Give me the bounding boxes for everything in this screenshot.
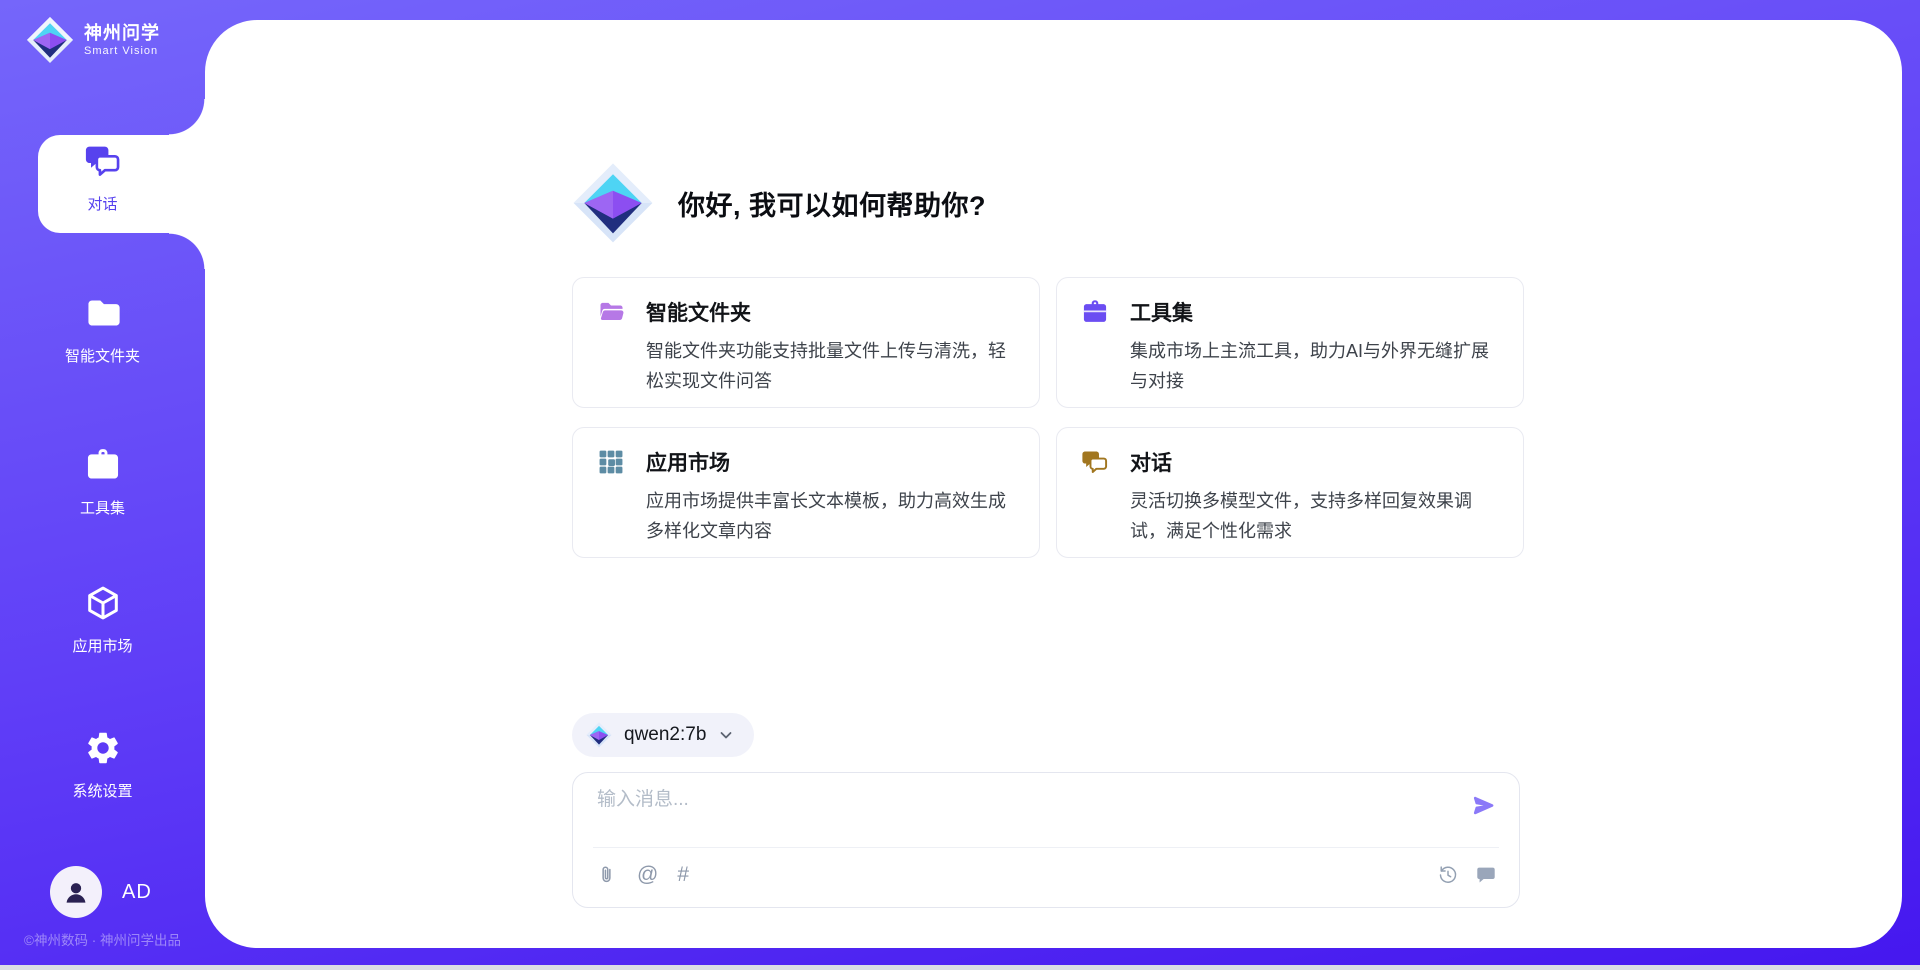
sidebar-item-label: 系统设置: [72, 780, 132, 801]
composer-toolbar: @ #: [573, 848, 1519, 886]
card-title: 工具集: [1130, 297, 1193, 327]
user-chip[interactable]: AD: [50, 866, 152, 918]
model-name: qwen2:7b: [624, 724, 706, 746]
chat-bubbles-icon: [1081, 448, 1109, 476]
card-title: 应用市场: [646, 447, 730, 477]
sidebar-item-label: 智能文件夹: [65, 345, 140, 366]
card-header: 应用市场: [597, 447, 1015, 477]
sidebar-item-label: 对话: [87, 193, 117, 214]
chevron-down-icon: [718, 727, 734, 743]
sidebar-item-smart-folder[interactable]: 智能文件夹: [0, 294, 205, 366]
avatar: [50, 866, 102, 918]
mention-icon[interactable]: @: [637, 864, 658, 886]
greeting-block: 你好, 我可以如何帮助你?: [572, 162, 986, 244]
brand: 神州问学 Smart Vision: [26, 16, 160, 64]
sidebar-item-app-market[interactable]: 应用市场: [0, 584, 205, 656]
cube-icon: [84, 584, 122, 622]
sidebar-item-chat[interactable]: 对话: [0, 142, 205, 214]
card-description: 智能文件夹功能支持批量文件上传与清洗，轻松实现文件问答: [646, 336, 1015, 396]
sidebar-item-toolset[interactable]: 工具集: [0, 446, 205, 518]
brand-text: 神州问学 Smart Vision: [84, 23, 160, 57]
folder-icon: [84, 294, 122, 332]
card-description: 灵活切换多模型文件，支持多样回复效果调试，满足个性化需求: [1130, 486, 1499, 546]
composer-tools-left: @ #: [595, 863, 689, 886]
model-selector[interactable]: qwen2:7b: [572, 713, 754, 757]
brand-name: 神州问学: [84, 23, 160, 43]
card-header: 智能文件夹: [597, 297, 1015, 327]
composer-tools-right: [1437, 864, 1497, 886]
send-icon[interactable]: [1470, 793, 1497, 820]
greeting-title: 你好, 我可以如何帮助你?: [678, 184, 986, 223]
folder-open-icon: [597, 298, 625, 326]
sidebar-item-label: 工具集: [80, 497, 125, 518]
card-title: 对话: [1130, 447, 1172, 477]
model-logo-icon: [586, 722, 612, 748]
chat-bubbles-icon: [84, 142, 122, 180]
brand-subtitle: Smart Vision: [84, 45, 160, 57]
attachment-icon[interactable]: [595, 863, 618, 886]
assistant-logo-icon: [572, 162, 654, 244]
card-title: 智能文件夹: [646, 297, 751, 327]
card-description: 集成市场上主流工具，助力AI与外界无缝扩展与对接: [1130, 336, 1499, 396]
toolbox-icon: [1081, 298, 1109, 326]
sidebar-footer: ©神州数码 · 神州问学出品: [0, 929, 205, 949]
sidebar: 神州问学 Smart Vision 对话 智能文件夹 工具集: [0, 0, 205, 970]
card-smart-folder[interactable]: 智能文件夹 智能文件夹功能支持批量文件上传与清洗，轻松实现文件问答: [572, 277, 1040, 408]
feature-cards: 智能文件夹 智能文件夹功能支持批量文件上传与清洗，轻松实现文件问答 工具集 集成…: [572, 277, 1524, 558]
card-chat[interactable]: 对话 灵活切换多模型文件，支持多样回复效果调试，满足个性化需求: [1056, 427, 1524, 558]
grid-icon: [597, 448, 625, 476]
history-icon[interactable]: [1437, 864, 1459, 886]
toolbox-icon: [84, 446, 122, 484]
window-bottom-edge: [0, 965, 1920, 970]
conversation-bubble-icon[interactable]: [1475, 864, 1497, 886]
card-app-market[interactable]: 应用市场 应用市场提供丰富长文本模板，助力高效生成多样化文章内容: [572, 427, 1040, 558]
person-icon: [61, 877, 91, 907]
sidebar-item-label: 应用市场: [72, 635, 132, 656]
active-tab-fillet-bottom: [169, 233, 205, 269]
gear-icon: [84, 729, 122, 767]
card-toolset[interactable]: 工具集 集成市场上主流工具，助力AI与外界无缝扩展与对接: [1056, 277, 1524, 408]
card-description: 应用市场提供丰富长文本模板，助力高效生成多样化文章内容: [646, 486, 1015, 546]
composer: @ #: [572, 772, 1520, 908]
main-panel: 你好, 我可以如何帮助你? 智能文件夹 智能文件夹功能支持批量文件上传与清洗，轻…: [205, 20, 1902, 948]
composer-input-row: [573, 773, 1519, 847]
hashtag-icon[interactable]: #: [677, 864, 689, 886]
card-header: 对话: [1081, 447, 1499, 477]
user-initials: AD: [122, 881, 152, 904]
message-input[interactable]: [595, 788, 1375, 812]
sidebar-item-settings[interactable]: 系统设置: [0, 729, 205, 801]
brand-logo-icon: [26, 16, 74, 64]
active-tab-fillet-top: [169, 99, 205, 135]
card-header: 工具集: [1081, 297, 1499, 327]
